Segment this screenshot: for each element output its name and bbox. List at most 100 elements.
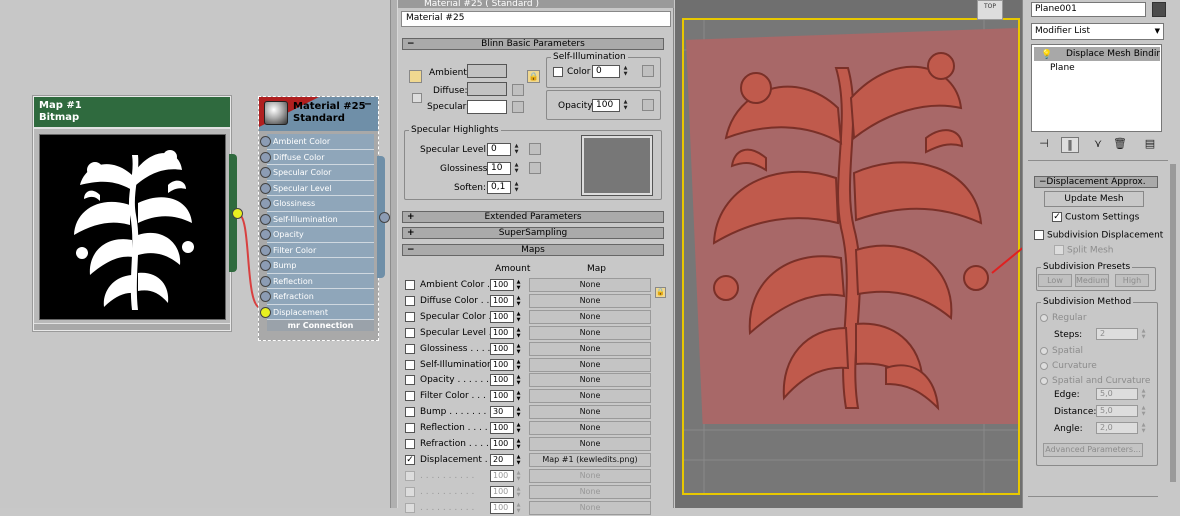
remove-modifier-icon[interactable]: 🗑 [1111,137,1129,153]
map-amount-field[interactable]: 100 [490,358,514,371]
socket-icon[interactable] [260,167,271,178]
map-slot-button[interactable]: None [529,421,651,436]
spinner-icon[interactable]: ▲ ▼ [515,359,522,371]
slot-glossiness[interactable]: Glossiness [260,196,374,212]
map-amount-field[interactable]: 100 [490,374,514,387]
spinner-icon[interactable]: ▲ ▼ [515,406,522,418]
map-amount-field[interactable]: 100 [490,469,514,482]
slot-ambient-color[interactable]: Ambient Color [260,134,374,150]
preset-medium-button[interactable]: Medium [1075,274,1109,287]
map-amount-field[interactable]: 100 [490,342,514,355]
bitmap-map-node[interactable]: Map #1 Bitmap [33,96,231,331]
map-slot-button[interactable]: None [529,437,651,451]
spinner-icon[interactable]: ▲ ▼ [1140,328,1147,341]
map-row[interactable]: Opacity . . . . . . 100 ▲ ▼ None [405,373,657,388]
diffuse-color-swatch[interactable] [467,82,507,96]
preset-low-button[interactable]: Low [1038,274,1072,287]
socket-icon[interactable] [260,244,271,256]
map-slot-button[interactable]: None [529,357,651,372]
object-color-swatch[interactable] [1152,2,1166,17]
map-amount-field[interactable]: 100 [490,390,514,403]
subdivision-displacement-row[interactable]: Subdivision Displacement [1034,230,1163,241]
rollout-supersampling[interactable]: + SuperSampling [402,227,664,239]
slot-bump[interactable]: Bump [260,258,374,274]
spinner-icon[interactable]: ▲ ▼ [1140,405,1147,418]
map-slot-button[interactable]: None [529,373,651,388]
spinner-icon[interactable]: ▲ ▼ [515,343,522,355]
map-enable-checkbox[interactable] [405,295,415,306]
spinner-icon[interactable]: ▲ ▼ [515,311,522,323]
curvature-radio-row[interactable]: Curvature [1040,361,1097,371]
map-amount-field[interactable]: 100 [490,422,514,435]
socket-icon[interactable] [260,229,271,240]
map-enable-checkbox[interactable] [405,423,415,434]
map-row[interactable]: Diffuse Color . . 100 ▲ ▼ None [405,293,657,309]
distance-field[interactable]: 5,0 [1096,405,1138,417]
lock-diffuse-specular-icon[interactable] [412,93,422,103]
stack-item-displace-mesh[interactable]: 💡 Displace Mesh Binding (W [1034,47,1160,61]
specular-level-field[interactable]: 0 [487,143,511,156]
map-enable-checkbox[interactable] [405,327,415,338]
material-name-field[interactable]: Material #25 [401,11,671,27]
angle-field[interactable]: 2,0 [1096,422,1138,434]
glossiness-field[interactable]: 10 [487,162,511,175]
slot-specular-color[interactable]: Specular Color [260,165,374,181]
map-row[interactable]: Glossiness . . . . 100 ▲ ▼ None [405,341,657,357]
slot-displacement[interactable]: Displacement [260,304,374,320]
map-row[interactable]: . . . . . . . . . . 100 ▲ ▼ None [405,500,657,516]
modifier-stack[interactable]: 💡 Displace Mesh Binding (W Plane [1031,44,1162,132]
self-illum-map-button[interactable] [642,65,654,77]
map-slot-button[interactable]: None [529,293,651,308]
spinner-icon[interactable]: ▲ ▼ [515,390,522,402]
slot-specular-level[interactable]: Specular Level [260,180,374,196]
map-amount-field[interactable]: 100 [490,310,514,323]
update-mesh-button[interactable]: Update Mesh [1044,191,1144,207]
slot-diffuse-color[interactable]: Diffuse Color [260,149,374,165]
map-row[interactable]: Reflection . . . . 100 ▲ ▼ None [405,421,657,436]
modifier-list-dropdown[interactable]: Modifier List ▼ [1031,23,1164,40]
map-enable-checkbox[interactable] [405,359,415,370]
map-slot-button[interactable]: None [529,468,651,483]
spinner-icon[interactable]: ▲ ▼ [515,454,522,466]
map-enable-checkbox[interactable] [405,343,415,354]
stack-item-plane[interactable]: Plane [1050,61,1075,75]
map-enable-checkbox[interactable] [405,391,415,402]
map-row[interactable]: Refraction . . . . 100 ▲ ▼ None [405,437,657,452]
slot-refraction[interactable]: Refraction [260,289,374,305]
map-slot-button[interactable]: None [529,389,651,404]
rollout-displacement-approx[interactable]: − Displacement Approx. [1034,176,1158,188]
map-slot-button[interactable]: None [529,325,651,340]
specular-color-swatch[interactable] [467,100,507,114]
spinner-icon[interactable]: ▲ ▼ [515,279,522,291]
map-row[interactable]: . . . . . . . . . . 100 ▲ ▼ None [405,468,657,484]
slot-reflection[interactable]: Reflection [260,273,374,289]
material-node[interactable]: Material #25 Standard − Ambient Color Di… [258,96,379,341]
socket-icon[interactable] [260,275,271,287]
spinner-icon[interactable]: ▲ ▼ [513,162,520,175]
command-panel-scrollbar[interactable] [1170,164,1176,482]
map-row[interactable]: Ambient Color . . 100 ▲ ▼ None [405,278,657,293]
spinner-icon[interactable]: ▲ ▼ [513,181,520,194]
map-amount-field[interactable]: 30 [490,406,514,419]
map-enable-checkbox[interactable] [405,439,415,449]
radio-icon[interactable] [1040,346,1048,355]
subdivision-displacement-checkbox[interactable] [1034,230,1044,240]
spatial-curvature-radio-row[interactable]: Spatial and Curvature [1040,376,1150,386]
ambient-color-swatch[interactable] [467,64,507,78]
spinner-icon[interactable]: ▲ ▼ [515,327,522,339]
lock-ambient-diffuse-icon[interactable] [409,70,422,83]
self-illum-value-field[interactable]: 0 [592,65,620,78]
make-unique-icon[interactable]: ⋎ [1089,137,1107,153]
socket-icon[interactable] [260,260,271,271]
map-row[interactable]: Specular Color . . 100 ▲ ▼ None [405,309,657,325]
regular-radio-row[interactable]: Regular [1040,313,1087,323]
object-name-field[interactable]: Plane001 [1031,2,1146,17]
socket-connected-icon[interactable] [260,306,271,318]
lightbulb-icon[interactable]: 💡 [1041,48,1052,61]
rollout-extended-parameters[interactable]: + Extended Parameters [402,211,664,223]
soften-field[interactable]: 0,1 [487,181,511,194]
configure-sets-icon[interactable]: ▤ [1141,137,1159,153]
spinner-icon[interactable]: ▲ ▼ [1140,388,1147,401]
minimize-icon[interactable]: − [364,99,372,110]
spinner-icon[interactable]: ▲ ▼ [515,486,522,498]
